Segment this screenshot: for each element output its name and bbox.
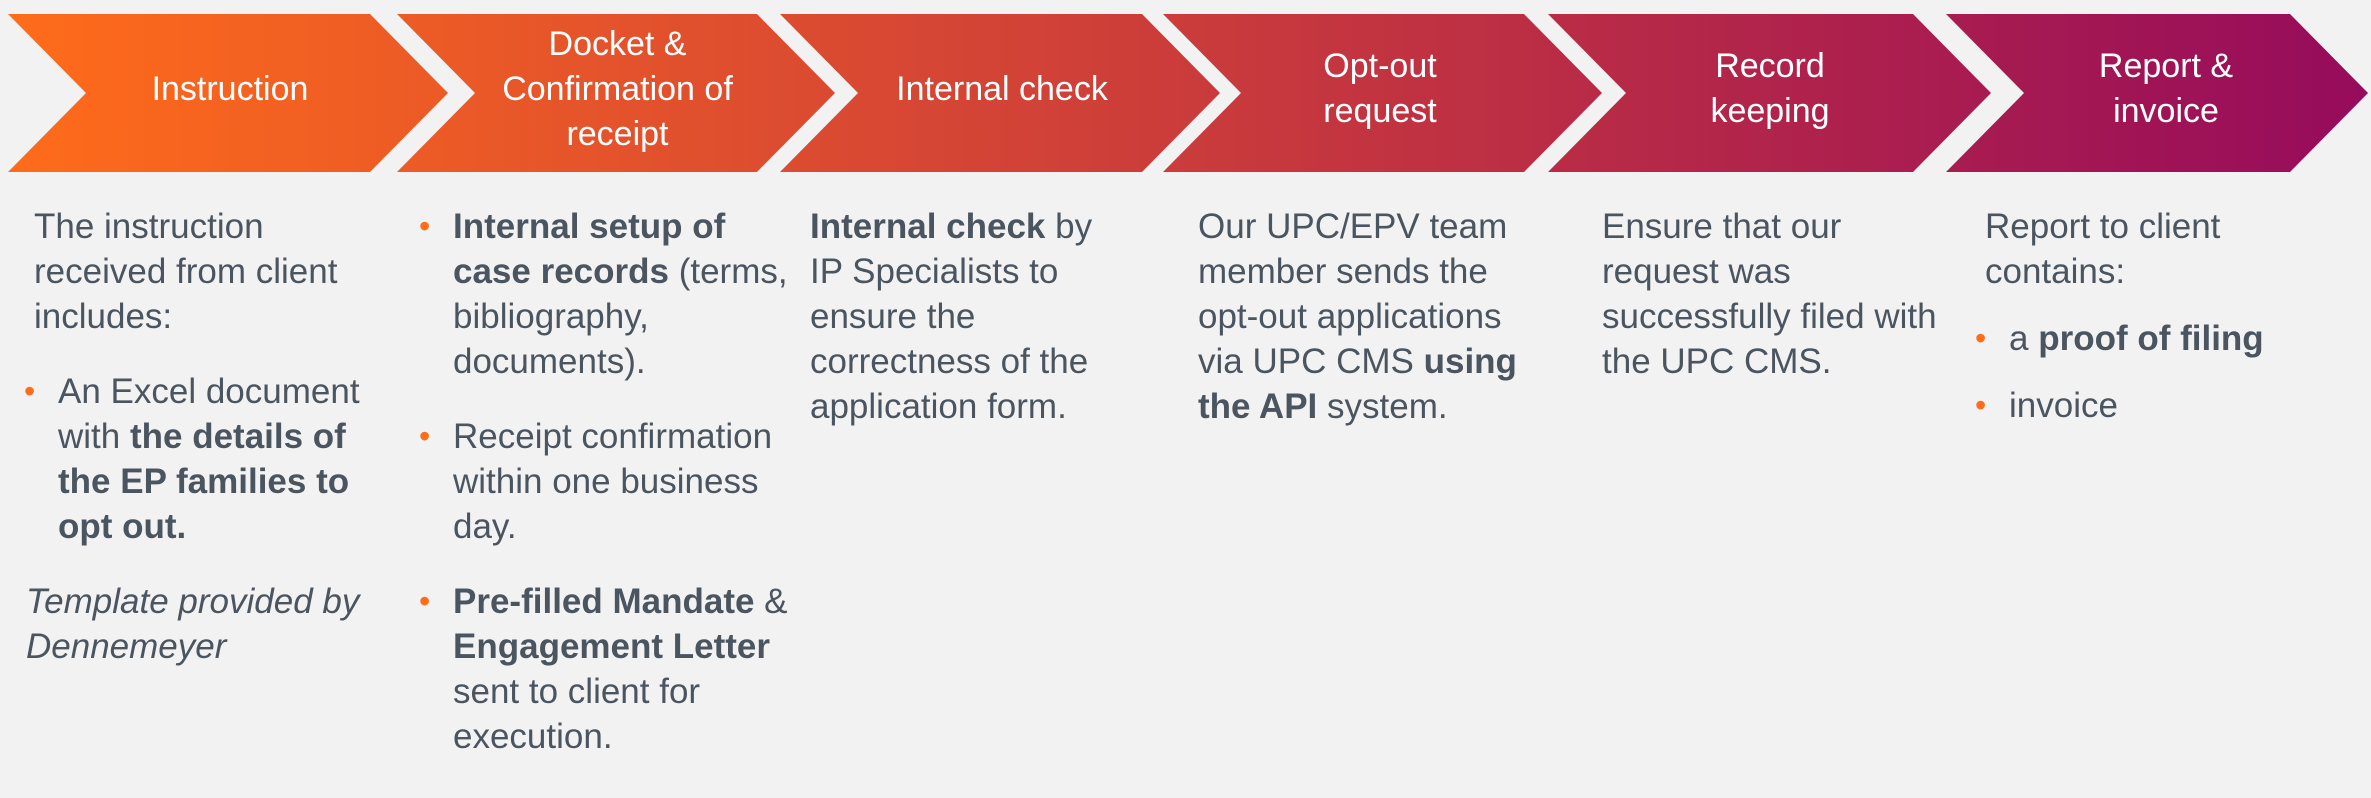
body-text: system.	[1317, 387, 1448, 426]
step-label-docket: Docket & Confirmation of receipt	[502, 24, 733, 153]
report-intro: Report to client contains:	[1985, 207, 2221, 291]
list-item: Internal setup of case records (terms, b…	[417, 204, 792, 384]
list-item: invoice	[1973, 383, 2325, 428]
list-item: Pre-filled Mandate & Engagement Letter s…	[417, 579, 792, 759]
step-label-internal-check: Internal check	[896, 69, 1108, 108]
bullet-bold: Engagement Letter	[453, 627, 770, 666]
step-label-report-invoice: Report & invoice	[2098, 47, 2234, 130]
template-note: Template provided by Dennemeyer	[26, 582, 360, 666]
step-label-record-keeping: Record keeping	[1710, 47, 1830, 130]
opt-out-details: Our UPC/EPV team member sends the opt-ou…	[1198, 204, 1543, 429]
list-item: a proof of filing	[1973, 316, 2325, 361]
list-item: Receipt confirmation within one business…	[417, 414, 792, 549]
report-details: Report to client contains: a proof of fi…	[1975, 204, 2325, 428]
bold-text: Internal check	[810, 207, 1046, 246]
bullet-text: a	[2009, 319, 2039, 358]
step-label-instruction: Instruction	[151, 69, 309, 108]
body-text: Ensure that our request was successfully…	[1602, 207, 1937, 381]
bullet-text: invoice	[2009, 386, 2118, 425]
bullet-text: Receipt confirmation within one business…	[453, 417, 773, 546]
instruction-details: The instruction received from client inc…	[24, 204, 404, 669]
bullet-bold: Pre-filled Mandate	[453, 582, 755, 621]
record-keeping-details: Ensure that our request was successfully…	[1602, 204, 1942, 384]
step-label-opt-out-request: Opt-out request	[1323, 47, 1437, 130]
internal-check-details: Internal check by IP Specialists to ensu…	[810, 204, 1128, 429]
bullet-text: sent to client for execution.	[453, 672, 701, 756]
bullet-text: &	[754, 582, 788, 621]
list-item: An Excel document with the details of th…	[22, 369, 404, 549]
bullet-bold: proof of filing	[2038, 319, 2264, 358]
docket-details: Internal setup of case records (terms, b…	[417, 204, 792, 759]
instruction-intro: The instruction received from client inc…	[34, 207, 338, 336]
